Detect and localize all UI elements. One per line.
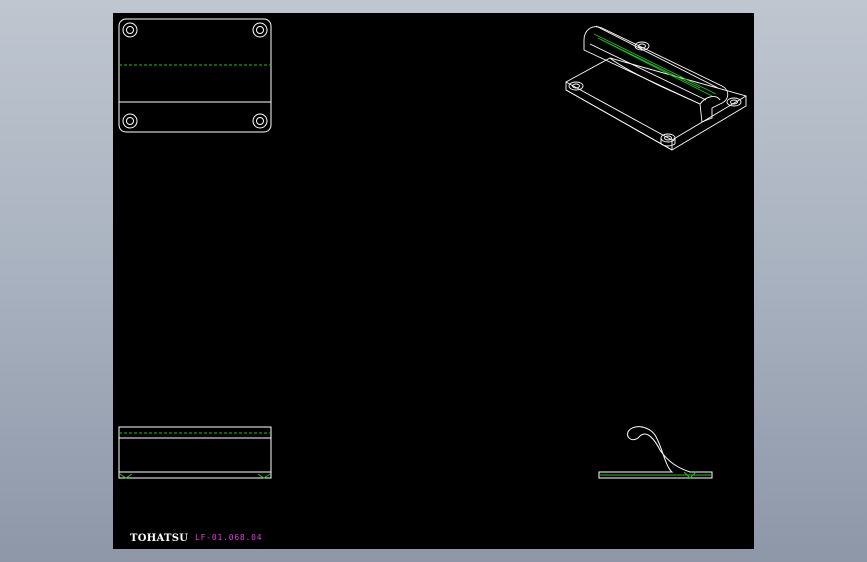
- front-view-hole-mark-left: [119, 473, 133, 479]
- hole-top-right-outer: [252, 22, 268, 38]
- front-view-hole-mark-right: [257, 473, 271, 479]
- hole-top-left-inner: [126, 26, 134, 34]
- hole-bottom-left-inner: [126, 117, 134, 125]
- iso-base-front-edge: [565, 89, 673, 151]
- iso-hole-back-outer: [634, 41, 650, 51]
- isometric-view: [565, 25, 747, 151]
- iso-hook-curl: [699, 96, 721, 105]
- hole-bottom-right-outer: [252, 113, 268, 129]
- hole-bottom-right-inner: [256, 117, 264, 125]
- iso-base-top-edge: [671, 95, 747, 141]
- iso-base-left-edge: [565, 81, 673, 141]
- top-view: [118, 18, 272, 133]
- iso-hole-right-outer: [726, 97, 742, 107]
- iso-hole-left-outer: [568, 81, 584, 91]
- front-view: [118, 426, 272, 479]
- company-logo: TOHATSU: [130, 533, 189, 544]
- cad-drawing: [118, 18, 747, 479]
- top-view-outline: [118, 18, 272, 133]
- iso-hook-ridge-1: [595, 25, 719, 89]
- hole-bottom-left-outer: [122, 113, 138, 129]
- side-view-profile: [598, 426, 713, 479]
- side-view: [598, 426, 713, 479]
- iso-hole-front-bottom: [660, 143, 676, 147]
- iso-hook-top: [583, 26, 729, 123]
- iso-centerline-1: [593, 33, 717, 95]
- mounting-holes: [122, 22, 268, 129]
- part-number: LF-01.068.04: [195, 533, 263, 542]
- hole-top-right-inner: [256, 26, 264, 34]
- front-view-outline: [118, 426, 272, 479]
- hole-top-left-outer: [122, 22, 138, 38]
